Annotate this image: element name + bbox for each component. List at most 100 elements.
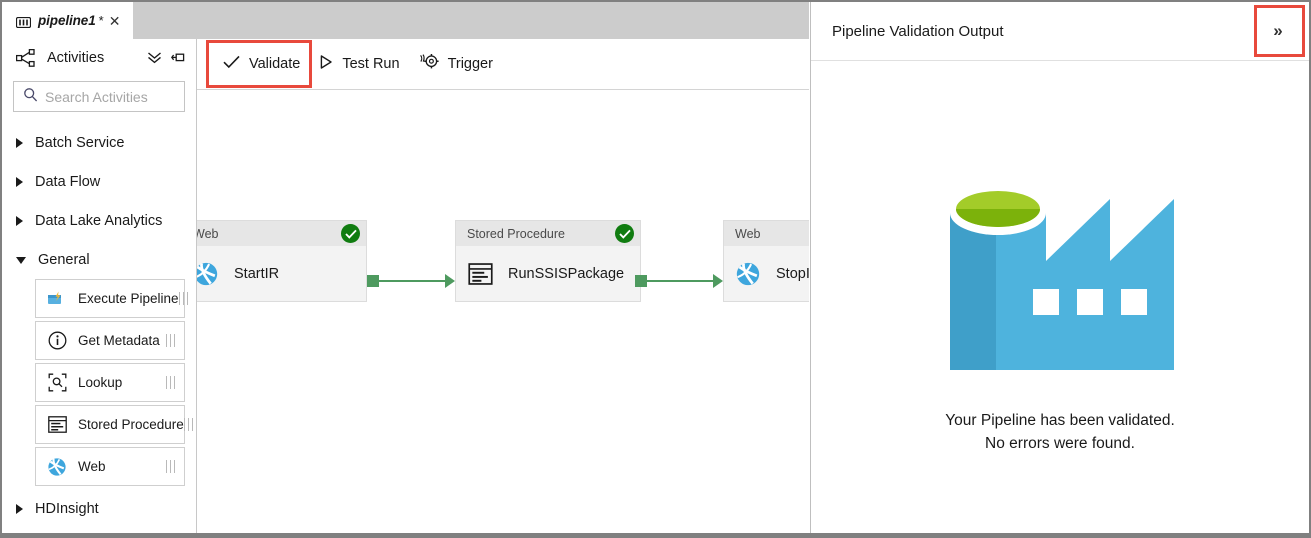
execute-pipeline-icon — [47, 289, 67, 309]
connector-arrowhead — [445, 274, 455, 288]
pipeline-graph: Web — [197, 90, 809, 533]
pipeline-icon — [15, 15, 32, 29]
node-type-label: Web — [197, 226, 219, 241]
connector-source-handle — [367, 275, 379, 287]
search-input[interactable] — [45, 88, 184, 105]
activity-label: Stored Procedure — [78, 417, 184, 432]
activity-category-tree: Batch Service Data Flow Data Lake Analyt… — [2, 123, 196, 528]
search-activities-box[interactable] — [13, 81, 185, 112]
activity-label: Execute Pipeline — [78, 291, 179, 306]
activity-get-metadata[interactable]: Get Metadata — [35, 321, 185, 360]
validation-panel-header: Pipeline Validation Output » — [811, 2, 1309, 61]
pipeline-node-runssispackage[interactable]: Stored Procedure RunSSISPackage — [455, 220, 641, 302]
connector-source-handle — [635, 275, 647, 287]
drag-handle[interactable] — [183, 418, 193, 431]
activities-header-actions — [147, 51, 186, 64]
stored-procedure-icon — [467, 261, 493, 287]
sidebar-group-data-lake-analytics[interactable]: Data Lake Analytics — [2, 201, 196, 240]
sidebar-group-label: Batch Service — [35, 134, 125, 151]
sidebar-group-hdinsight[interactable]: HDInsight — [2, 489, 196, 528]
validation-message-line2: No errors were found. — [985, 435, 1135, 453]
node-body: RunSSISPackage — [456, 246, 640, 301]
validation-message: Your Pipeline has been validated. No err… — [945, 409, 1175, 456]
status-badge-success — [615, 224, 634, 243]
activity-label: Lookup — [78, 375, 123, 390]
checkmark-icon — [223, 55, 240, 74]
node-header: Stored Procedure — [456, 221, 640, 246]
sidebar-group-batch-service[interactable]: Batch Service — [2, 123, 196, 162]
pipeline-node-startir[interactable]: Web — [197, 220, 367, 302]
pipeline-editor-window: pipeline1 * ✕ Activities Search Activiti… — [0, 0, 1311, 538]
pipeline-node-stopir[interactable]: Web StopIR — [723, 220, 809, 302]
node-body: StartIR — [197, 246, 366, 301]
play-icon — [320, 54, 333, 74]
lookup-icon — [47, 373, 67, 393]
connector-line — [647, 280, 717, 282]
validation-output-panel: Pipeline Validation Output » Your Pipeli… — [810, 2, 1309, 533]
tab-strip: pipeline1 * ✕ — [2, 2, 809, 39]
node-name-label: StopIR — [776, 265, 809, 282]
connector-line — [379, 280, 449, 282]
web-globe-icon — [47, 457, 67, 477]
sidebar-group-label: Data Flow — [35, 173, 101, 190]
drag-handle[interactable] — [178, 292, 188, 305]
web-globe-icon — [197, 261, 219, 287]
close-icon[interactable]: ✕ — [109, 14, 121, 28]
drag-handle[interactable] — [166, 376, 175, 389]
connector-arrowhead — [713, 274, 723, 288]
status-badge-success — [341, 224, 360, 243]
chevron-right-icon — [16, 503, 23, 514]
info-circle-icon — [47, 331, 67, 351]
drag-handle[interactable] — [166, 334, 175, 347]
pin-icon[interactable] — [171, 51, 186, 64]
sidebar-group-general[interactable]: General — [2, 240, 196, 279]
node-header: Web — [197, 221, 366, 246]
stored-procedure-icon — [47, 415, 67, 435]
drag-handle[interactable] — [166, 460, 175, 473]
validate-button[interactable]: Validate — [213, 39, 310, 90]
general-activity-list: Execute Pipeline Get Metadata Lookup Sto… — [2, 279, 196, 486]
tab-dirty-marker: * — [98, 13, 104, 28]
sidebar-group-label: General — [38, 251, 90, 268]
validation-message-line1: Your Pipeline has been validated. — [945, 412, 1175, 429]
activity-lookup[interactable]: Lookup — [35, 363, 185, 402]
sidebar-group-label: Data Lake Analytics — [35, 212, 163, 229]
tab-title: pipeline1 — [38, 13, 96, 28]
chevron-double-down-icon[interactable] — [147, 51, 162, 64]
activity-web[interactable]: Web — [35, 447, 185, 486]
test-run-button[interactable]: Test Run — [310, 39, 409, 90]
azure-data-factory-logo — [934, 113, 1186, 375]
pipeline-canvas: Validate Test Run Trigger eb StartIR Sto… — [197, 39, 809, 533]
node-name-label: RunSSISPackage — [508, 265, 625, 282]
validate-label: Validate — [249, 56, 301, 72]
test-run-label: Test Run — [342, 56, 400, 72]
chevron-right-icon — [16, 137, 23, 148]
validation-panel-body: Your Pipeline has been validated. No err… — [811, 61, 1309, 533]
activities-sidebar: Activities Search Activities Batch Servi… — [2, 39, 197, 533]
node-type-label: Stored Procedure — [467, 226, 565, 241]
panel-title: Pipeline Validation Output — [832, 22, 1004, 40]
trigger-gear-icon — [419, 53, 439, 75]
node-type-label: Web — [735, 226, 761, 241]
activity-label: Get Metadata — [78, 333, 160, 348]
activities-hierarchy-icon — [15, 48, 36, 67]
pipeline-toolbar: Validate Test Run Trigger — [197, 39, 809, 90]
trigger-label: Trigger — [447, 56, 493, 72]
activities-header: Activities — [2, 39, 196, 76]
node-body: StopIR — [724, 246, 809, 301]
activity-label: Web — [78, 459, 106, 474]
chevron-right-icon — [16, 215, 23, 226]
chevron-right-icon — [16, 176, 23, 187]
chevron-down-icon — [16, 257, 26, 264]
activity-stored-procedure[interactable]: Stored Procedure — [35, 405, 193, 444]
sidebar-group-label: HDInsight — [35, 500, 99, 517]
sidebar-group-data-flow[interactable]: Data Flow — [2, 162, 196, 201]
collapse-panel-button[interactable]: » — [1261, 14, 1295, 48]
activity-execute-pipeline[interactable]: Execute Pipeline — [35, 279, 188, 318]
tab-pipeline1[interactable]: pipeline1 * ✕ — [2, 2, 133, 39]
node-name-label: StartIR — [234, 265, 280, 282]
web-globe-icon — [735, 261, 761, 287]
activities-label: Activities — [47, 49, 105, 66]
trigger-button[interactable]: Trigger — [410, 39, 503, 90]
search-icon — [23, 87, 38, 107]
